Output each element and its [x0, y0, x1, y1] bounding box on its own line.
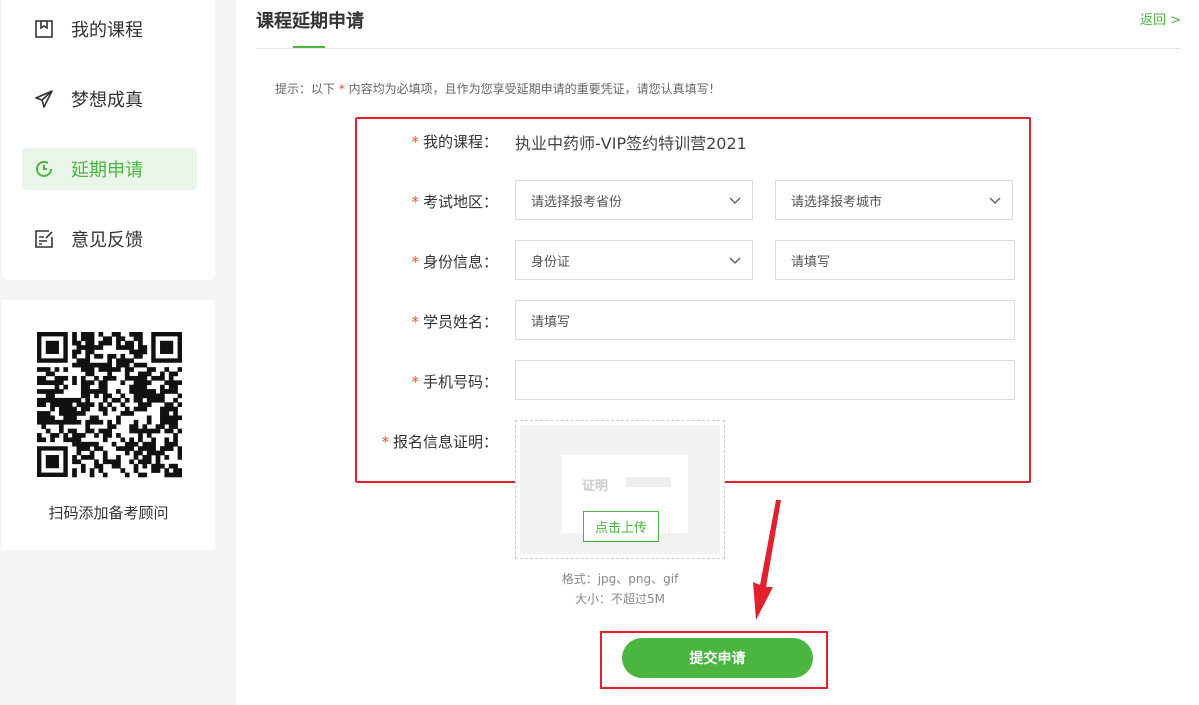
proof-label: * 报名信息证明： [381, 433, 498, 451]
chevron-down-icon [989, 197, 1001, 205]
sidebar-item-extension[interactable]: 延期申请 [22, 148, 197, 190]
sidebar-item-label: 延期申请 [71, 160, 143, 181]
qr-card: 扫码添加备考顾问 [2, 300, 215, 550]
upload-button[interactable]: 点击上传 [583, 511, 659, 542]
phone-input[interactable] [515, 360, 1015, 400]
sidebar-item-label: 我的课程 [71, 20, 143, 41]
main-panel: 课程延期申请 返回 > 提示：以下 * 内容均为必填项，且作为您享受延期申请的重… [236, 0, 1199, 705]
size-note: 大小：不超过5M [575, 592, 665, 606]
upload-preview: 证明 点击上传 [520, 425, 720, 554]
sidebar-item-my-courses[interactable]: 我的课程 [22, 8, 197, 50]
student-name-input[interactable]: 请填写 [515, 300, 1015, 340]
title-underline [293, 46, 325, 48]
format-note: 格式：jpg、png、gif [561, 572, 679, 586]
sidebar-item-label: 意见反馈 [71, 230, 143, 251]
identity-label: * 身份信息： [411, 253, 498, 271]
tip-text: 提示：以下 * 内容均为必填项，且作为您享受延期申请的重要凭证，请您认真填写！ [275, 82, 721, 96]
sidebar-item-feedback[interactable]: 意见反馈 [22, 218, 197, 260]
clock-icon [34, 159, 54, 179]
back-link[interactable]: 返回 > [1140, 9, 1181, 28]
id-type-select[interactable]: 身份证 [515, 240, 753, 280]
feedback-edit-icon [34, 229, 54, 249]
sidebar-item-label: 梦想成真 [71, 90, 143, 111]
sidebar-nav: 我的课程 梦想成真 延期申请 意见反馈 [2, 0, 215, 280]
bookmark-icon [34, 19, 54, 39]
upload-dropzone[interactable]: 证明 点击上传 [515, 420, 725, 559]
chevron-down-icon [729, 257, 741, 265]
page-header: 课程延期申请 返回 > [256, 0, 1181, 49]
paper-plane-icon [34, 89, 54, 109]
id-number-input[interactable]: 请填写 [775, 240, 1015, 280]
name-label: * 学员姓名： [411, 313, 498, 331]
qr-code-image [37, 332, 183, 479]
region-label: * 考试地区： [411, 193, 498, 211]
chevron-down-icon [729, 197, 741, 205]
submit-button[interactable]: 提交申请 [622, 638, 813, 678]
sidebar-item-dream[interactable]: 梦想成真 [22, 78, 197, 120]
phone-label: * 手机号码： [411, 373, 498, 391]
qr-caption: 扫码添加备考顾问 [48, 504, 169, 522]
course-value: 执业中药师-VIP签约特训营2021 [515, 134, 747, 153]
province-select[interactable]: 请选择报考省份 [515, 180, 753, 220]
page-title: 课程延期申请 [256, 11, 364, 32]
city-select[interactable]: 请选择报考城市 [775, 180, 1013, 220]
course-label: * 我的课程： [411, 133, 498, 151]
